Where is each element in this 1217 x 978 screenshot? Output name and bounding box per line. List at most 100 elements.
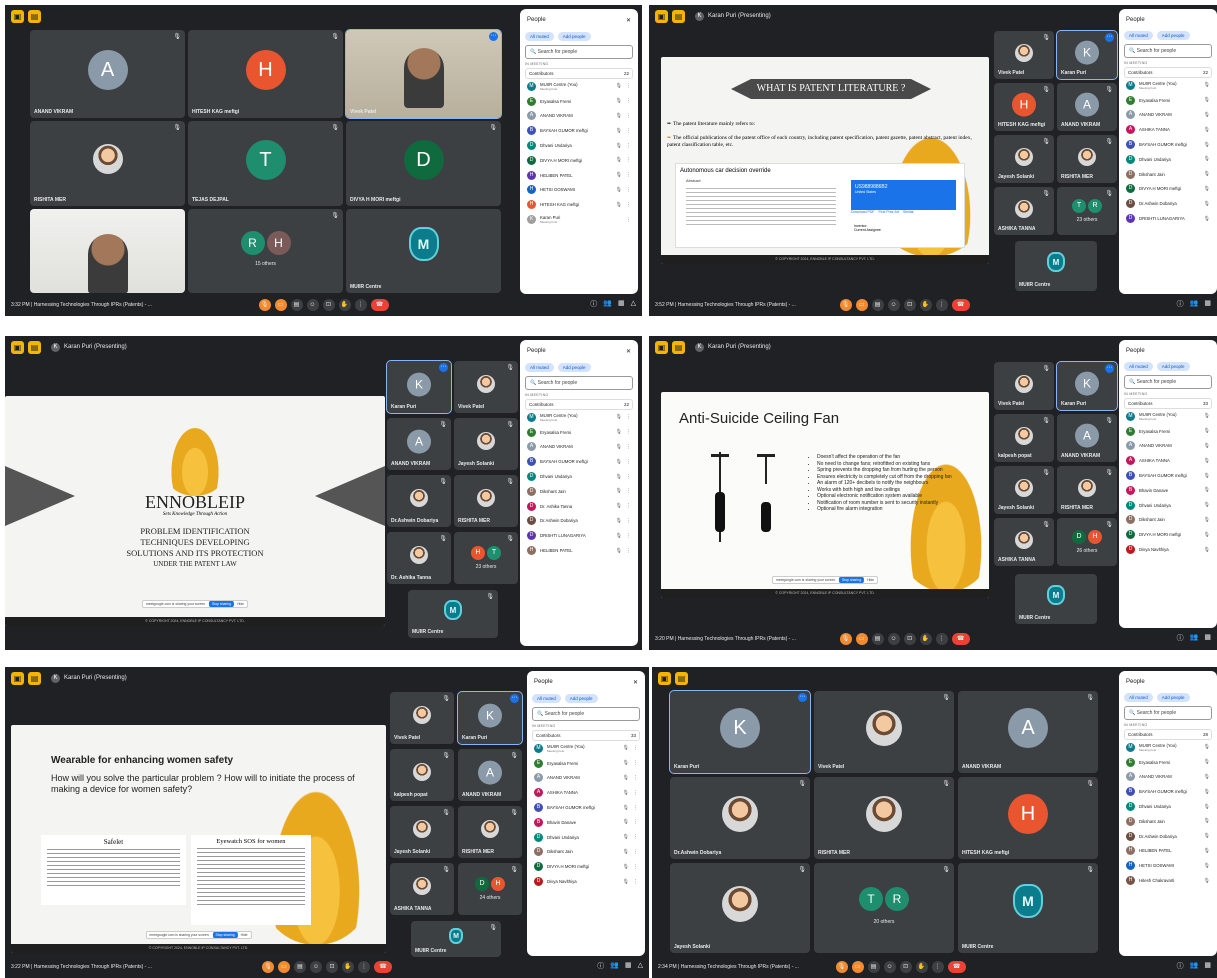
list-item[interactable]: M MUIIR Centre (You) Meeting host 🎙 ⋮	[525, 79, 633, 94]
list-item[interactable]: D Dhvani Undariya 🎙 ⋮	[532, 830, 640, 845]
participant-tile[interactable]: 🎙 A ANAND VIKRAM	[458, 749, 522, 801]
list-item[interactable]: M MUIIR Centre (You) Meeting host 🎙 ⋮	[532, 741, 640, 756]
present-icon[interactable]: ⊡	[322, 299, 335, 311]
mic-icon[interactable]: 🎙	[839, 633, 852, 645]
participant-tile-active[interactable]: ⋯ K Karan Puri	[1056, 30, 1118, 80]
participant-tile[interactable]: 🎙 Dr. Ashika Tanna	[387, 532, 451, 584]
participant-tile[interactable]: 🎙 kalpesh popat	[994, 414, 1054, 462]
list-item[interactable]: H HETSI GOSWAMI 🎙	[1124, 858, 1212, 873]
list-item[interactable]: B BAYSAH GUMOR meftgi 🎙	[1124, 468, 1212, 483]
window-icon[interactable]: ▣	[655, 340, 668, 354]
participant-tile[interactable]: 🎙 Vivek Patel	[994, 362, 1054, 410]
participant-tile[interactable]: 🎙 D DIVYA H MORI meftgi	[346, 121, 501, 206]
list-item[interactable]: H HELIBEN PATEL 🎙 ⋮	[525, 168, 633, 183]
participant-tile[interactable]: 🎙 A ANAND VIKRAM	[387, 418, 451, 470]
end-call-icon[interactable]: ☎	[951, 299, 970, 311]
list-item[interactable]: A ASHIKA TANNA 🎙	[1124, 122, 1212, 137]
mic-icon[interactable]: 🎙	[258, 299, 271, 311]
more-icon[interactable]: ⋮	[626, 98, 631, 104]
camera-icon[interactable]: ▭	[274, 299, 287, 311]
stop-sharing-button[interactable]: Stop sharing	[212, 932, 238, 938]
end-call-icon[interactable]: ☎	[370, 299, 389, 311]
list-item[interactable]: M MUIIR Centre (You) Meeting host 🎙	[1124, 740, 1212, 755]
camera-icon[interactable]: ▭	[278, 961, 290, 973]
list-item[interactable]: D Dikshant Jain 🎙	[1124, 513, 1212, 528]
mic-off-icon[interactable]: 🎙	[616, 187, 622, 193]
layout-icon[interactable]: ▤	[672, 340, 685, 354]
participant-tile[interactable]: 🎙 Dr.Ashwin Dobariya	[387, 475, 451, 527]
add-people-button[interactable]: Add people	[1156, 31, 1190, 40]
all-muted-button[interactable]: All muted	[1124, 362, 1153, 371]
mic-icon[interactable]: 🎙	[839, 299, 852, 311]
present-icon[interactable]: ⊡	[899, 961, 912, 973]
list-item[interactable]: D Dhvani Undariya 🎙	[1124, 799, 1212, 814]
emoji-icon[interactable]: ☺	[883, 961, 896, 973]
window-icon[interactable]: ▣	[655, 9, 668, 23]
close-icon[interactable]: ✕	[633, 679, 638, 686]
list-item[interactable]: B Bhavin Danave 🎙	[1124, 483, 1212, 498]
list-item[interactable]: A ANAND VIKRAM 🎙	[1124, 439, 1212, 454]
participant-tile[interactable]: 🎙 H HITESH KAG meftgi	[188, 30, 343, 118]
others-tile[interactable]: 🎙 H T 23 others	[454, 532, 518, 584]
participant-tile-active[interactable]: ⋯ K Karan Puri	[457, 691, 523, 745]
list-item[interactable]: K Karan Puri Meeting host ⋮	[525, 212, 633, 227]
hand-icon[interactable]: ✋	[915, 961, 928, 973]
list-item[interactable]: D DIVYA H MORI meftgi 🎙 ⋮	[532, 859, 640, 874]
list-item[interactable]: A ANAND VIKRAM 🎙 ⋮	[532, 771, 640, 786]
contributors-header[interactable]: Contributors 22	[525, 68, 633, 79]
info-icon[interactable]: ⓘ	[590, 299, 597, 309]
participant-tile-active[interactable]: ⋯ Vivek Patel	[345, 29, 502, 119]
participant-tile[interactable]: 🎙 ASHIKA TANNA	[994, 187, 1054, 235]
participant-tile[interactable]: 🎙 Dr.Ashwin Dobariya	[670, 777, 810, 859]
more-icon[interactable]: ⋮	[626, 187, 631, 193]
participant-tile[interactable]: 🎙 Jayesh Solanki	[994, 135, 1054, 183]
emoji-icon[interactable]: ☺	[310, 961, 322, 973]
participant-tile[interactable]: 🎙 M MUIIR Centre	[411, 921, 501, 957]
participant-tile[interactable]: M MUIIR Centre	[346, 209, 501, 293]
add-people-button[interactable]: Add people	[1156, 693, 1190, 702]
people-icon[interactable]: 👥	[1190, 961, 1199, 971]
window-icon[interactable]: ▣	[11, 671, 24, 685]
list-item[interactable]: D DIVYA H MORI meftgi 🎙 ⋮	[525, 153, 633, 168]
emoji-icon[interactable]: ☺	[887, 633, 900, 645]
more-icon[interactable]: ⋮	[931, 961, 944, 973]
close-icon[interactable]: ✕	[626, 17, 631, 24]
list-item[interactable]: A ANAND VIKRAM 🎙 ⋮	[525, 440, 633, 455]
more-icon[interactable]: ⋮	[626, 172, 631, 178]
participant-tile[interactable]: 🎙 Vivek Patel	[994, 31, 1054, 79]
participant-tile[interactable]: 🎙 M MUIIR Centre	[408, 590, 498, 638]
more-icon[interactable]: ⋮	[626, 157, 631, 163]
participant-tile[interactable]: 🎙 ASHIKA TANNA	[994, 518, 1054, 566]
participant-tile[interactable]: 🎙 RISHITA MER	[458, 806, 522, 858]
list-item[interactable]: D DRISHTI LUNAGARIYA 🎙	[1124, 211, 1212, 226]
others-tile[interactable]: 🎙 D H 24 others	[458, 863, 522, 915]
participant-tile[interactable]: 🎙 A ANAND VIKRAM	[30, 30, 185, 118]
participant-tile[interactable]: M MUIIR Centre	[1015, 241, 1097, 291]
others-tile[interactable]: 🎙 R H 15 others	[188, 209, 343, 293]
all-muted-button[interactable]: All muted	[525, 363, 554, 372]
participant-tile[interactable]: 🎙 RISHITA MER	[1057, 466, 1117, 514]
list-item[interactable]: B BAYSAH GUMOR meftgi 🎙 ⋮	[532, 800, 640, 815]
list-item[interactable]: D Dikshant Jain 🎙 ⋮	[525, 484, 633, 499]
participant-tile-active[interactable]: ⋯ K Karan Puri	[1056, 361, 1118, 411]
mic-off-icon[interactable]: 🎙	[616, 98, 622, 104]
hide-button[interactable]: Hide	[241, 933, 248, 937]
all-muted-button[interactable]: All muted	[1124, 693, 1153, 702]
participant-tile[interactable]: 🎙 T TEJAS DEJPAL	[188, 121, 343, 206]
participant-tile[interactable]: 🎙 Vivek Patel	[454, 361, 518, 413]
contributors-header[interactable]: Contributors 22	[1124, 67, 1212, 78]
more-icon[interactable]: ⋮	[935, 633, 948, 645]
captions-icon[interactable]: ▤	[294, 961, 306, 973]
all-muted-button[interactable]: All muted	[525, 32, 554, 41]
end-call-icon[interactable]: ☎	[951, 633, 970, 645]
contributors-header[interactable]: Contributors 28	[1124, 729, 1212, 740]
contributors-header[interactable]: Contributors 22	[525, 399, 633, 410]
mic-off-icon[interactable]: 🎙	[616, 157, 622, 163]
window-icon[interactable]: ▣	[11, 340, 24, 354]
list-item[interactable]: A ANAND VIKRAM 🎙 ⋮	[525, 109, 633, 124]
layout-icon[interactable]: ▤	[28, 9, 41, 23]
camera-icon[interactable]: ▭	[855, 299, 868, 311]
end-call-icon[interactable]: ☎	[947, 961, 966, 973]
participant-tile[interactable]: 🎙 Jayesh Solanki	[670, 863, 810, 953]
list-item[interactable]: D Dhvani Undariya 🎙	[1124, 498, 1212, 513]
